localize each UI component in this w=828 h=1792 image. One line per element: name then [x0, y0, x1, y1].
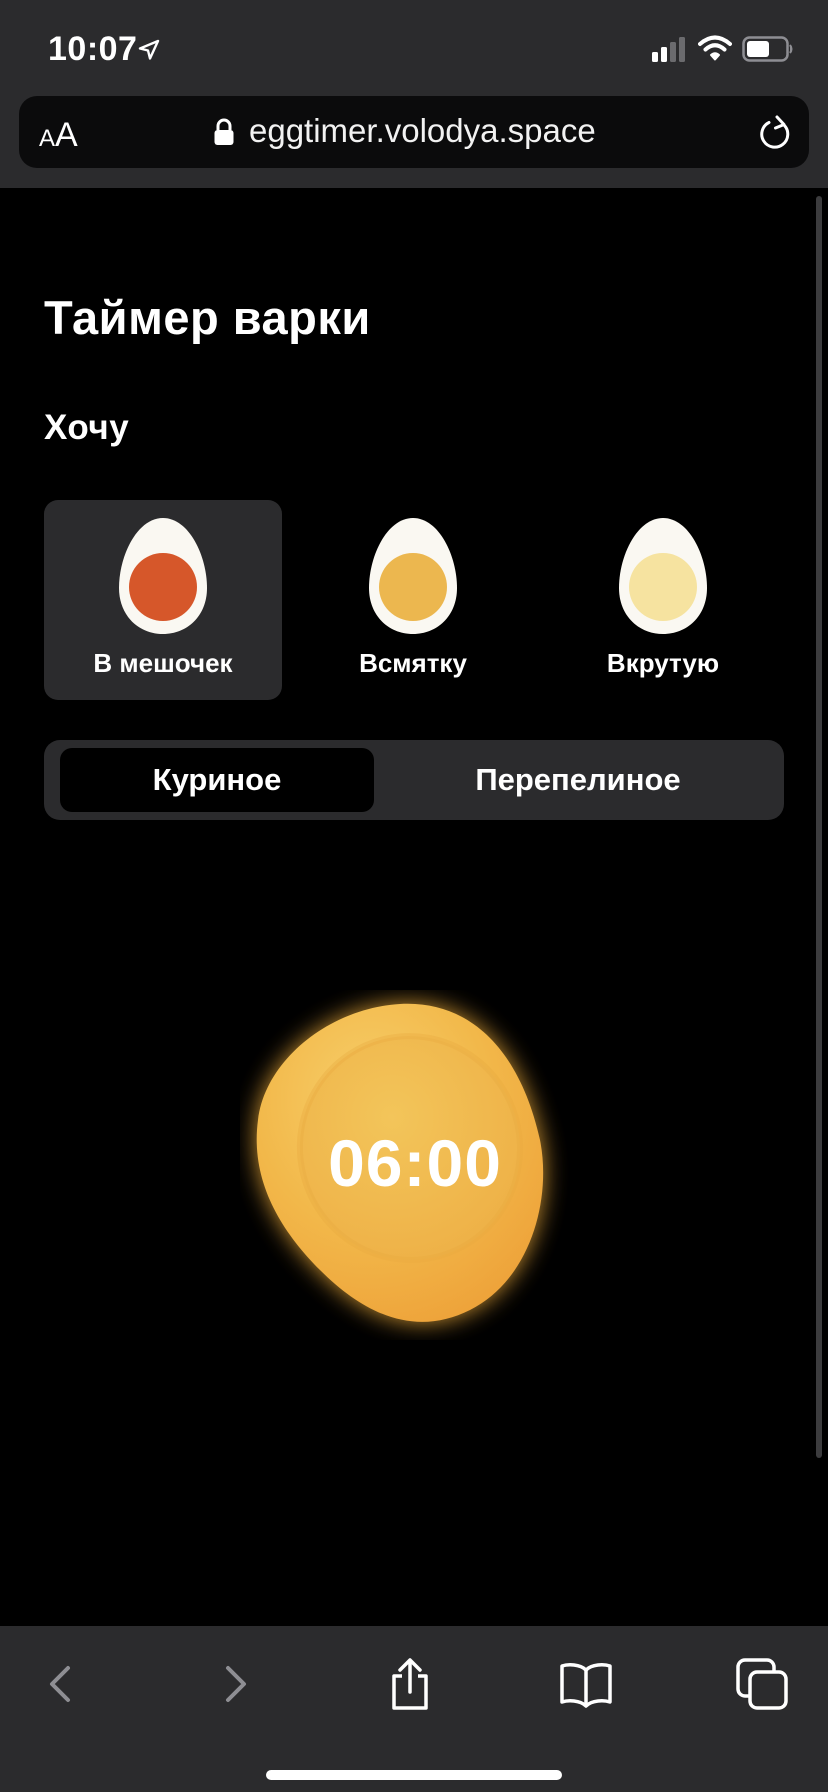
browser-bottom-bar	[0, 1626, 828, 1792]
book-icon[interactable]	[558, 1656, 614, 1712]
doneness-option-soft-boiled[interactable]: Всмятку	[294, 500, 532, 700]
timer-value[interactable]: 06:00	[240, 1125, 590, 1201]
share-icon[interactable]	[382, 1656, 438, 1712]
egg-orange-yolk-icon	[369, 518, 457, 634]
tabs-icon[interactable]	[734, 1656, 790, 1712]
reload-icon[interactable]	[757, 114, 793, 152]
egg-type-chicken[interactable]: Куриное	[60, 748, 374, 812]
page-title: Таймер варки	[44, 291, 371, 344]
cellular-signal-icon	[652, 37, 685, 62]
url-text[interactable]: eggtimer.volodya.space	[249, 112, 596, 150]
egg-type-switch: Куриное Перепелиное	[44, 740, 784, 820]
status-bar: 10:07	[0, 0, 828, 96]
home-indicator[interactable]	[266, 1770, 562, 1780]
location-arrow-icon	[138, 39, 160, 60]
doneness-option-hard-boiled[interactable]: Вкрутую	[544, 500, 782, 700]
address-bar[interactable]: A A eggtimer.volodya.space	[19, 96, 809, 168]
text-size-small-glyph: A	[39, 125, 56, 152]
egg-red-yolk-icon	[119, 518, 207, 634]
battery-icon	[742, 36, 793, 62]
browser-top-bar: A A eggtimer.volodya.space	[0, 96, 828, 188]
page-scrollbar[interactable]	[816, 196, 822, 1458]
doneness-option-soft-pouch[interactable]: В мешочек	[44, 500, 282, 700]
chevron-left-icon[interactable]	[34, 1656, 90, 1712]
want-label: Хочу	[44, 408, 130, 447]
doneness-label: Всмятку	[359, 648, 467, 678]
doneness-label: Вкрутую	[606, 648, 720, 678]
text-size-big-glyph: A	[55, 116, 78, 154]
lock-icon	[214, 118, 234, 145]
wifi-icon	[698, 35, 732, 61]
status-time: 10:07	[48, 30, 138, 68]
chevron-right-icon[interactable]	[206, 1656, 262, 1712]
screen: 10:07 A A eggtimer.volodya.space Таймер …	[0, 0, 828, 1792]
doneness-label: В мешочек	[93, 648, 233, 678]
text-size-button[interactable]: A A	[39, 112, 78, 152]
egg-pale-yolk-icon	[619, 518, 707, 634]
egg-type-quail[interactable]: Перепелиное	[380, 748, 776, 812]
